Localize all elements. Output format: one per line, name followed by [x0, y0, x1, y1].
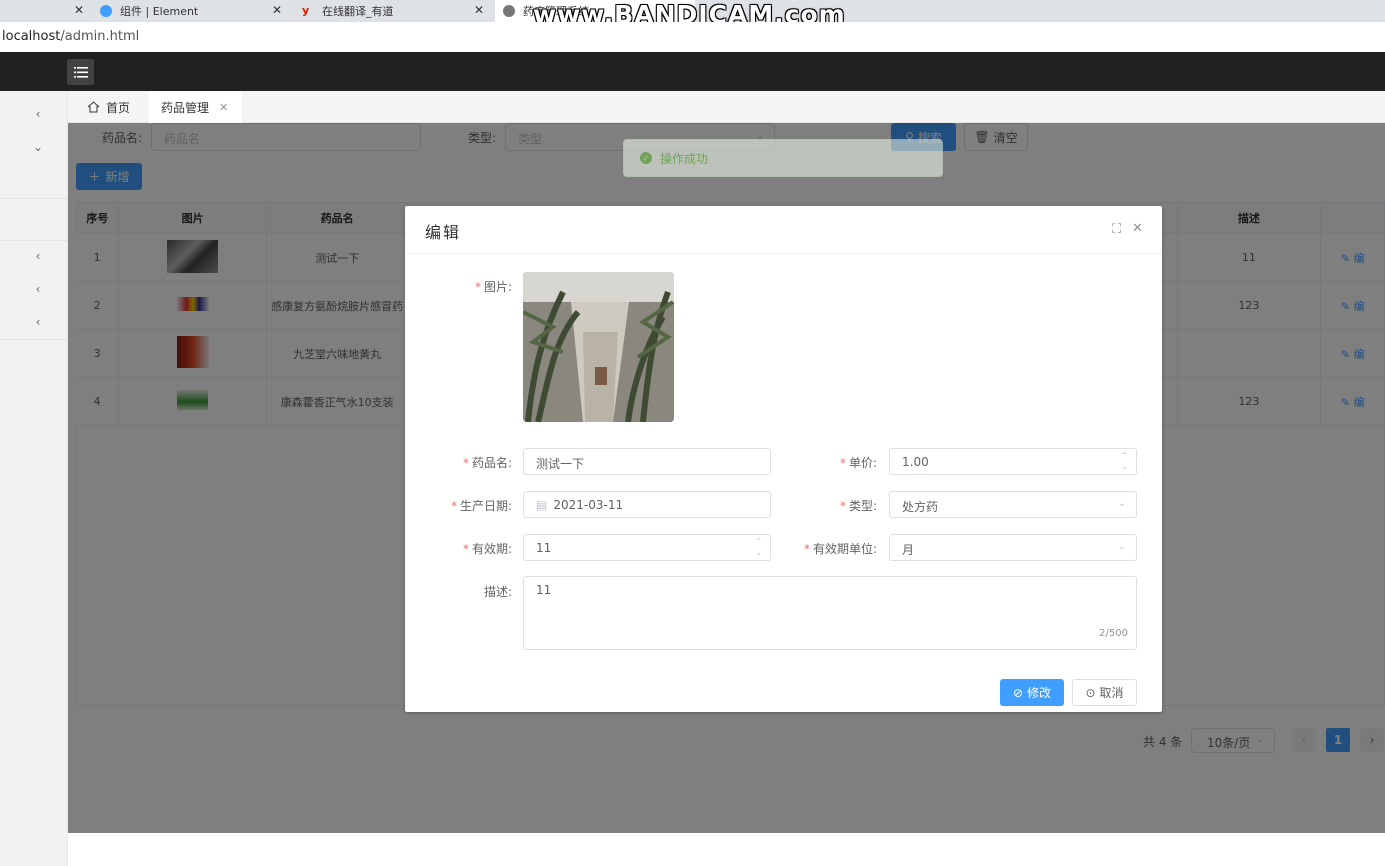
validity-unit-label: * 有效期单位:	[785, 540, 877, 557]
sidebar-divider	[0, 339, 68, 340]
drug-name-value: 测试一下	[536, 457, 585, 471]
sidebar-divider	[0, 198, 68, 199]
check-circle-icon: ⊘	[1012, 685, 1024, 700]
description-textarea[interactable]: 11 2/500	[523, 576, 1137, 650]
cancel-button-label: 取消	[1099, 686, 1124, 700]
chevron-left-icon[interactable]: ‹	[30, 314, 46, 330]
chevron-down-icon[interactable]: ⌄	[1121, 463, 1128, 471]
validity-unit-select[interactable]: 月 ⌄	[889, 534, 1137, 561]
production-date-value: 2021-03-11	[553, 498, 624, 512]
calendar-icon: ▤	[536, 498, 548, 512]
sidebar-divider	[0, 240, 68, 241]
tab-home[interactable]: 首页	[75, 91, 142, 123]
close-icon[interactable]: ✕	[219, 101, 228, 114]
name-label-text: 药品名:	[471, 456, 512, 470]
chevron-down-icon[interactable]: ⌄	[30, 139, 46, 155]
address-bar[interactable]: localhost/admin.html	[0, 22, 1385, 52]
validity-stepper[interactable]: 11 ⌃ ⌄	[523, 534, 771, 561]
validity-unit-value: 月	[902, 543, 915, 557]
type-label: * 类型:	[810, 497, 877, 514]
date-label: * 生产日期:	[445, 497, 512, 514]
check-circle-icon: ✓	[640, 152, 652, 164]
chevron-left-icon[interactable]: ‹	[30, 106, 46, 122]
required-mark: *	[462, 456, 469, 470]
browser-tab-youdao[interactable]: y 在线翻译_有道 ✕	[294, 0, 490, 22]
url-path: /admin.html	[60, 29, 140, 44]
globe-icon	[503, 5, 515, 17]
description-value: 11	[536, 583, 552, 597]
required-mark: *	[474, 280, 481, 294]
required-mark: *	[803, 542, 810, 556]
drug-name-input[interactable]: 测试一下	[523, 448, 771, 475]
chevron-left-icon[interactable]: ‹	[30, 281, 46, 297]
close-circle-icon: ⊙	[1085, 685, 1096, 700]
validity-label: * 有效期:	[445, 540, 512, 557]
browser-tab-title: 在线翻译_有道	[322, 5, 394, 18]
browser-tab-previous[interactable]: ✕	[0, 0, 90, 22]
close-icon[interactable]: ✕	[1132, 221, 1143, 236]
chevron-down-icon: ⌄	[1117, 498, 1126, 509]
menu-toggle-button[interactable]	[67, 59, 94, 85]
submit-edit-button[interactable]: ⊘ 修改	[1000, 679, 1064, 706]
price-value: 1.00	[902, 455, 929, 469]
required-mark: *	[462, 542, 469, 556]
tab-drug-management[interactable]: 药品管理 ✕	[149, 91, 242, 123]
youdao-favicon-icon: y	[302, 4, 310, 17]
price-label-text: 单价:	[848, 456, 877, 470]
name-label: * 药品名:	[445, 454, 512, 471]
close-icon[interactable]: ✕	[272, 3, 282, 17]
price-label: * 单价:	[810, 454, 877, 471]
price-stepper[interactable]: 1.00 ⌃ ⌄	[889, 448, 1137, 475]
browser-tab-title: 组件 | Element	[120, 5, 199, 18]
home-icon	[87, 101, 100, 113]
cancel-button[interactable]: ⊙ 取消	[1072, 679, 1137, 706]
page-tabs-bar: 首页 药品管理 ✕	[68, 91, 1385, 123]
required-mark: *	[839, 499, 846, 513]
browser-tab-element[interactable]: 组件 | Element ✕	[92, 0, 288, 22]
type-value: 处方药	[902, 500, 939, 514]
element-favicon-icon	[100, 5, 112, 17]
sidebar: ‹ ⌄ ‹ ‹ ‹	[0, 91, 68, 866]
dialog-divider	[405, 253, 1162, 254]
image-label: * 图片:	[445, 278, 512, 295]
list-icon	[73, 66, 88, 78]
chevron-up-icon[interactable]: ⌃	[1121, 452, 1128, 460]
validity-value: 11	[536, 541, 552, 555]
url-text[interactable]: localhost/admin.html	[2, 29, 139, 44]
character-counter: 2/500	[1099, 628, 1128, 639]
required-mark: *	[839, 456, 846, 470]
required-mark: *	[450, 499, 457, 513]
date-label-text: 生产日期:	[459, 499, 512, 513]
validity-label-text: 有效期:	[471, 542, 512, 556]
drug-image-upload[interactable]	[523, 272, 674, 422]
validity-unit-label-text: 有效期单位:	[812, 542, 877, 556]
drug-photo	[523, 272, 674, 422]
tab-label: 首页	[106, 100, 131, 115]
type-label-text: 类型:	[848, 499, 877, 513]
url-host: localhost	[2, 29, 61, 44]
chevron-left-icon[interactable]: ‹	[30, 248, 46, 264]
image-label-text: 图片:	[483, 280, 512, 294]
chevron-down-icon: ⌄	[1117, 541, 1126, 552]
close-icon[interactable]: ✕	[474, 3, 484, 17]
submit-button-label: 修改	[1027, 686, 1052, 700]
app-header	[0, 52, 1385, 91]
chevron-up-icon[interactable]: ⌃	[755, 538, 762, 546]
page-footer	[68, 833, 1385, 866]
production-date-picker[interactable]: ▤ 2021-03-11	[523, 491, 771, 518]
type-select[interactable]: 处方药 ⌄	[889, 491, 1137, 518]
success-toast: ✓ 操作成功	[623, 139, 943, 177]
desc-label: 描述:	[445, 583, 512, 600]
chevron-down-icon[interactable]: ⌄	[755, 549, 762, 557]
desc-label-text: 描述:	[483, 585, 512, 599]
fullscreen-icon[interactable]: ⛶	[1112, 222, 1121, 237]
dialog-title: 编辑	[425, 223, 462, 242]
tab-label: 药品管理	[161, 100, 210, 115]
edit-dialog: 编辑 ⛶ ✕ * 图片: * 药品名: 测试一下 * 单价: 1.00 ⌃ ⌄ * 生产日期…	[405, 206, 1162, 712]
toast-message: 操作成功	[660, 151, 709, 166]
close-icon[interactable]: ✕	[74, 3, 84, 17]
